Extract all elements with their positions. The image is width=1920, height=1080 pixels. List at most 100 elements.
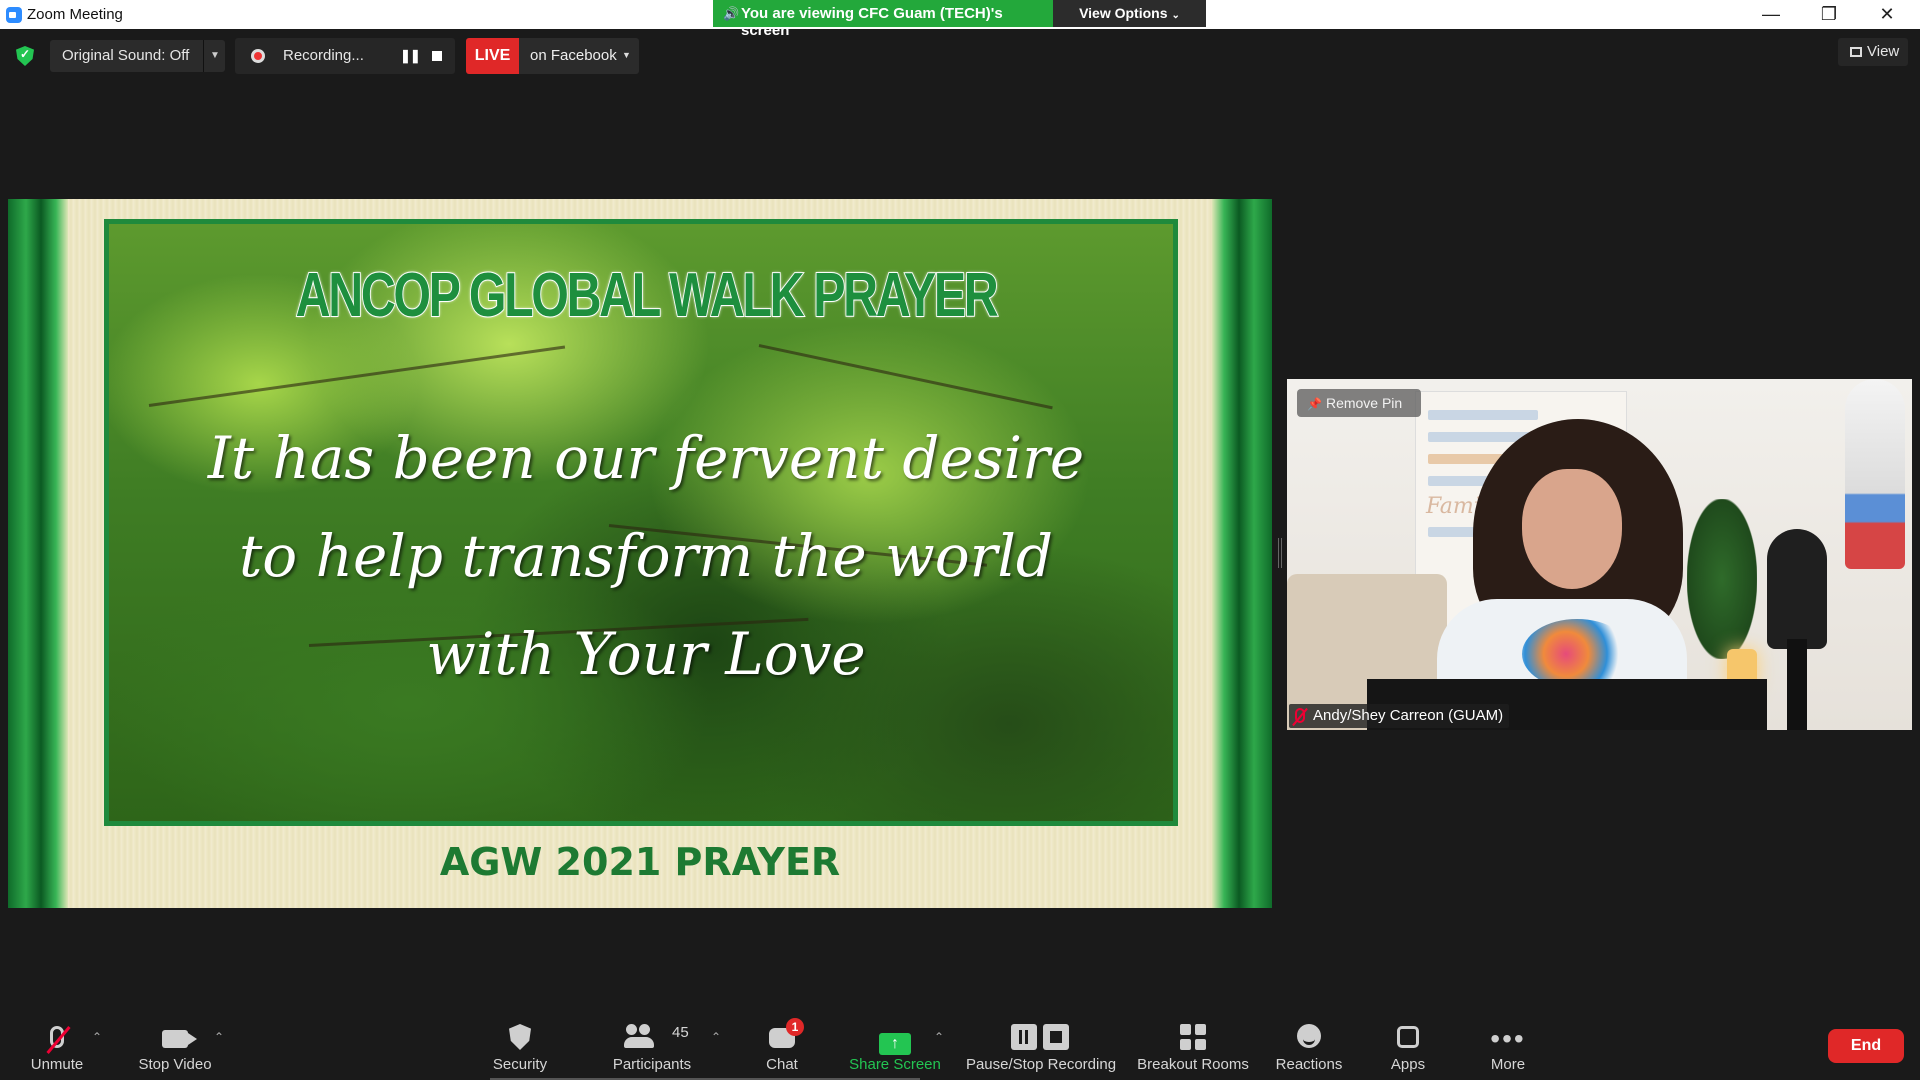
minimize-button[interactable]: — (1742, 0, 1800, 29)
audio-options-caret-icon[interactable]: ⌃ (92, 1030, 102, 1044)
video-camera-icon (162, 1030, 188, 1048)
icon-wrap (20, 1024, 94, 1054)
live-stream-indicator[interactable]: LIVE on Facebook ▼ (466, 38, 639, 74)
security-label: Security (492, 1056, 548, 1073)
chevron-down-icon: ⌄ (1171, 10, 1180, 21)
mic-stand (1787, 639, 1807, 730)
remove-pin-button[interactable]: 📌 Remove Pin (1297, 389, 1421, 417)
verse-line: It has been our fervent desire (207, 424, 1085, 492)
studio-microphone (1767, 529, 1827, 649)
window-title: Zoom Meeting (27, 6, 123, 23)
unmute-label: Unmute (30, 1056, 84, 1073)
original-sound-label: Original Sound: Off (62, 47, 190, 64)
breakout-rooms-button[interactable]: Breakout Rooms (1132, 1010, 1254, 1080)
person-face (1522, 469, 1622, 589)
icon-wrap: ••• (1470, 1024, 1546, 1054)
pause-stop-recording-button[interactable]: Pause/Stop Recording (960, 1010, 1122, 1080)
view-button[interactable]: View (1838, 38, 1908, 66)
share-screen-button[interactable]: ↑ Share Screen (845, 1010, 945, 1080)
chat-unread-badge: 1 (786, 1018, 804, 1036)
viewing-banner-text: You are viewing CFC Guam (TECH)'s screen (741, 5, 1003, 39)
muted-microphone-icon (50, 1026, 64, 1048)
close-button[interactable]: ✕ (1858, 0, 1916, 29)
stop-icon (1043, 1024, 1069, 1050)
apps-button[interactable]: Apps (1370, 1010, 1446, 1080)
caret-down-icon[interactable]: ▼ (622, 50, 631, 60)
video-options-caret-icon[interactable]: ⌃ (214, 1030, 224, 1044)
verse-line: to help transform the world (238, 522, 1054, 590)
end-meeting-button[interactable]: End (1828, 1029, 1904, 1063)
pause-stop-icon (1011, 1024, 1071, 1050)
record-dot-icon (251, 49, 265, 63)
participants-icon (624, 1024, 654, 1048)
sign-line (1428, 410, 1538, 420)
grid-view-icon (1850, 47, 1862, 57)
chat-button[interactable]: Chat (742, 1010, 822, 1080)
meeting-controls-bar: Unmute ⌃ Stop Video ⌃ Security Participa… (0, 1010, 1920, 1080)
breakout-rooms-icon (1180, 1024, 1206, 1050)
remove-pin-label: Remove Pin (1325, 395, 1403, 411)
split-view-handle[interactable] (1278, 538, 1282, 568)
reactions-button[interactable]: Reactions (1268, 1010, 1350, 1080)
original-sound-button[interactable]: Original Sound: Off ▼ (50, 40, 225, 72)
divider (203, 40, 204, 72)
participants-options-caret-icon[interactable]: ⌃ (711, 1030, 721, 1044)
slide-border-right (1212, 199, 1272, 908)
share-options-caret-icon[interactable]: ⌃ (934, 1030, 944, 1044)
icon-wrap (480, 1024, 560, 1054)
pinned-video-tile[interactable]: Family Ru 📌Remove Pin Andy/Shey Carreon … (1287, 379, 1912, 730)
verse-line: with Your Love (426, 620, 866, 688)
participants-count: 45 (672, 1024, 689, 1041)
apps-icon (1397, 1026, 1419, 1048)
participant-name: Andy/Shey Carreon (GUAM) (1313, 707, 1504, 724)
encryption-shield-icon[interactable] (16, 46, 34, 66)
participants-button[interactable]: Participants (602, 1010, 702, 1080)
restore-button[interactable]: ❐ (1800, 0, 1858, 29)
slide-border-left (8, 199, 68, 908)
more-button[interactable]: ••• More (1470, 1010, 1546, 1080)
speaker-icon: 🔊 (723, 6, 740, 21)
view-options-button[interactable]: View Options ⌄ (1053, 0, 1206, 27)
muted-mic-icon (1295, 708, 1305, 723)
icon-wrap (130, 1024, 220, 1054)
more-dots-icon: ••• (1490, 1023, 1526, 1054)
live-badge: LIVE (466, 38, 519, 74)
icon-wrap (1132, 1024, 1254, 1054)
pause-recording-icon[interactable]: ❚❚ (400, 48, 421, 64)
pause-stop-recording-label: Pause/Stop Recording (965, 1056, 1117, 1073)
breakout-rooms-label: Breakout Rooms (1137, 1056, 1249, 1073)
participant-name-label: Andy/Shey Carreon (GUAM) (1289, 704, 1510, 728)
plant (1687, 499, 1757, 659)
statue (1845, 379, 1905, 569)
unmute-button[interactable]: Unmute (20, 1010, 94, 1080)
slide-footer: AGW 2021 PRAYER (439, 840, 841, 884)
recording-label: Recording... (283, 47, 364, 64)
smiley-icon (1297, 1024, 1321, 1048)
apps-label: Apps (1390, 1056, 1426, 1073)
icon-wrap (960, 1024, 1122, 1054)
stop-video-button[interactable]: Stop Video (130, 1010, 220, 1080)
slide-heading: ANCOP GLOBAL WALK PRAYER (295, 260, 1000, 331)
viewing-screen-banner: 🔊 You are viewing CFC Guam (TECH)'s scre… (713, 0, 1053, 39)
icon-wrap: ↑ (845, 1024, 945, 1055)
pin-icon: 📌 (1307, 397, 1322, 411)
pause-icon (1011, 1024, 1037, 1050)
slide-photo-leaves: ANCOP GLOBAL WALK PRAYER It has been our… (104, 219, 1178, 826)
view-options-label: View Options (1079, 5, 1168, 21)
reactions-label: Reactions (1275, 1056, 1343, 1073)
slide-verse: It has been our fervent desire to help t… (109, 409, 1173, 703)
shared-screen: ANCOP GLOBAL WALK PRAYER It has been our… (8, 199, 1272, 908)
recording-indicator: Recording... ❚❚ (235, 38, 455, 74)
stop-recording-icon[interactable] (432, 51, 442, 61)
title-bar: Zoom Meeting 🔊 You are viewing CFC Guam … (0, 0, 1920, 39)
share-screen-label: Share Screen (849, 1056, 941, 1073)
branch (758, 344, 1053, 410)
icon-wrap (1268, 1024, 1350, 1054)
shield-icon (509, 1024, 531, 1050)
share-screen-icon: ↑ (879, 1033, 911, 1055)
view-button-label: View (1867, 43, 1900, 60)
security-button[interactable]: Security (480, 1010, 560, 1080)
stop-video-label: Stop Video (138, 1056, 212, 1073)
caret-down-icon[interactable]: ▼ (210, 40, 220, 72)
more-label: More (1490, 1056, 1526, 1073)
